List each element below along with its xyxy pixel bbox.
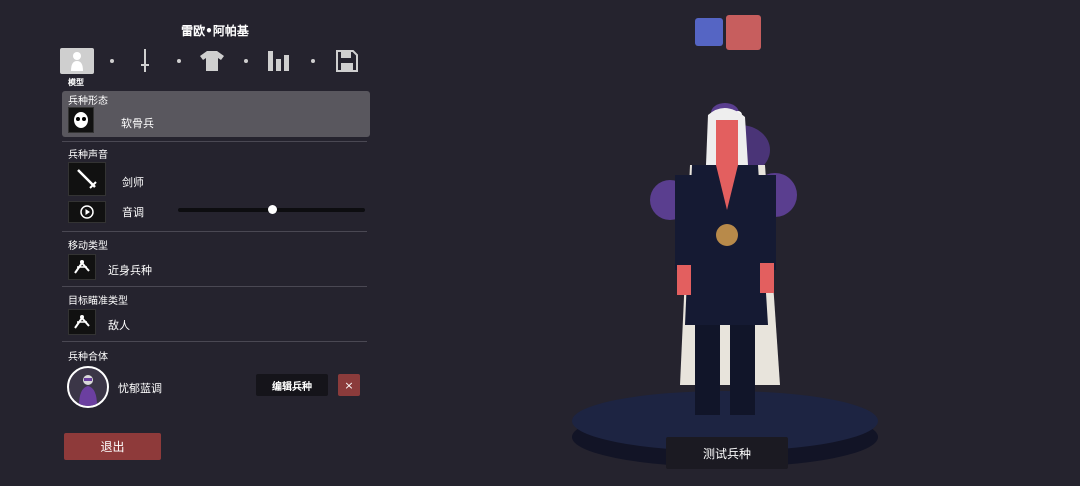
sword-icon [141, 49, 149, 72]
unit-figure[interactable] [630, 95, 810, 425]
divider [62, 286, 367, 287]
combined-unit-avatar[interactable] [67, 366, 109, 408]
team-red-button[interactable] [726, 15, 761, 50]
movement-section-label: 移动类型 [68, 241, 108, 252]
test-unit-button[interactable]: 测试兵种 [666, 437, 788, 469]
tab-separator [110, 59, 114, 63]
melee-icon [74, 260, 90, 274]
team-blue-button[interactable] [695, 18, 723, 46]
play-icon [80, 205, 94, 219]
tab-save[interactable] [330, 48, 364, 74]
tab-clothing[interactable] [195, 48, 229, 74]
save-icon [336, 50, 358, 72]
shirt-icon [200, 51, 224, 71]
movement-value: 近身兵种 [108, 264, 152, 277]
person-icon [71, 52, 83, 71]
form-section-label: 兵种形态 [68, 96, 108, 107]
active-tab-label: 模型 [68, 78, 84, 87]
exit-button[interactable]: 退出 [64, 433, 161, 460]
tab-separator [244, 59, 248, 63]
sword-icon [77, 169, 97, 189]
bar-chart-icon [268, 51, 289, 71]
mask-icon [74, 112, 88, 128]
pitch-label: 音调 [122, 206, 144, 219]
movement-icon-box[interactable] [68, 254, 96, 280]
targeting-value: 敌人 [108, 319, 130, 332]
divider [62, 231, 367, 232]
unit-portrait-icon [79, 375, 97, 406]
targeting-section-label: 目标瞄准类型 [68, 296, 128, 307]
divider [62, 341, 367, 342]
tab-weapons[interactable] [128, 48, 162, 74]
editor-tabs [60, 48, 370, 76]
unit-title: 雷欧•阿帕基 [181, 24, 249, 38]
divider [62, 141, 367, 142]
form-value: 软骨兵 [121, 117, 154, 130]
tab-stats[interactable] [262, 48, 296, 74]
form-icon-box [68, 107, 94, 133]
tab-separator [177, 59, 181, 63]
pitch-slider-knob[interactable] [267, 205, 277, 214]
tab-model[interactable] [60, 48, 94, 74]
voice-value: 剑师 [122, 176, 144, 189]
target-enemy-icon [74, 315, 90, 329]
targeting-icon-box[interactable] [68, 309, 96, 335]
combination-section-label: 兵种合体 [68, 352, 108, 363]
voice-section-label: 兵种声音 [68, 150, 108, 161]
edit-unit-button[interactable]: 编辑兵种 [256, 374, 328, 396]
voice-icon-box[interactable] [68, 162, 106, 196]
form-row[interactable] [62, 91, 370, 137]
remove-combination-button[interactable]: × [338, 374, 360, 396]
pitch-slider[interactable] [178, 205, 365, 214]
combination-value: 忧郁蓝调 [118, 382, 162, 395]
play-voice-button[interactable] [68, 201, 106, 223]
tab-separator [311, 59, 315, 63]
